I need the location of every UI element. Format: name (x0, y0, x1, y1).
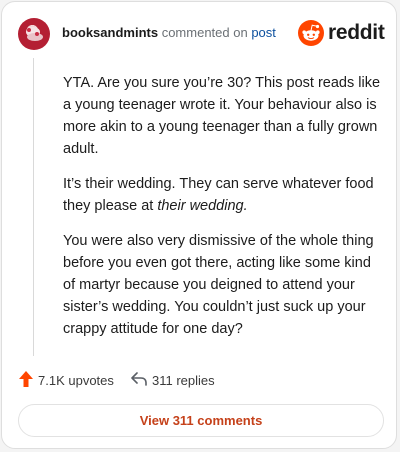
upvote-count: 7.1K upvotes (38, 373, 114, 388)
action-text: commented on (161, 25, 248, 40)
comment-emphasis: their wedding. (157, 198, 248, 214)
post-link[interactable]: post (251, 25, 276, 40)
reply-arrow-icon (131, 372, 147, 386)
comment-body: YTA. Are you sure you’re 30? This post r… (63, 72, 387, 353)
view-comments-button[interactable]: View 311 comments (18, 404, 384, 437)
comment-paragraph-3: You were also very dismissive of the who… (63, 233, 374, 337)
upvote-arrow-icon (19, 371, 33, 387)
thread-line (33, 58, 34, 356)
reddit-logo-icon (298, 20, 324, 46)
reddit-wordmark: reddit (328, 21, 385, 44)
comment-paragraph-1: YTA. Are you sure you’re 30? This post r… (63, 75, 381, 157)
comment-paragraph-2: It’s their wedding. They can serve whate… (63, 173, 387, 217)
user-avatar[interactable] (18, 18, 50, 50)
comment-header: booksandmints commented on post reddit (18, 18, 385, 54)
username-link[interactable]: booksandmints (62, 25, 158, 40)
reply-count: 311 replies (152, 373, 215, 388)
reddit-brand: reddit (298, 20, 385, 48)
comment-card: booksandmints commented on post reddit Y… (1, 1, 397, 449)
comment-meta: booksandmints commented on post (62, 25, 276, 40)
comment-actions: 7.1K upvotes 311 replies (18, 368, 378, 392)
avatar-icon (26, 27, 43, 41)
